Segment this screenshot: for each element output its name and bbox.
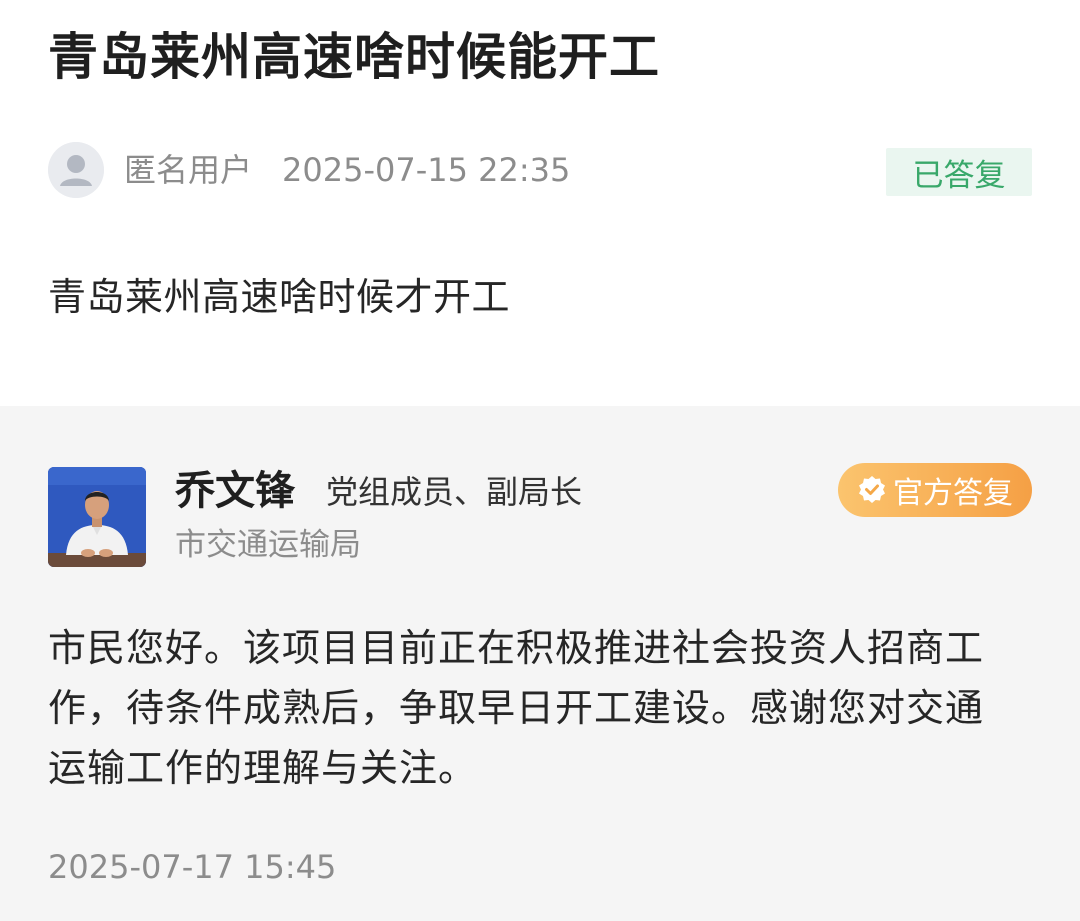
question-title: 青岛莱州高速啥时候能开工 [48, 28, 660, 86]
answer-body: 市民您好。该项目目前正在积极推进社会投资人招商工 作，待条件成熟后，争取早日开工… [48, 618, 1038, 798]
status-badge: 已答复 [886, 148, 1032, 196]
answer-line: 市民您好。该项目目前正在积极推进社会投资人招商工 [48, 626, 985, 670]
check-badge-icon [859, 476, 885, 503]
official-department: 市交通运输局 [175, 527, 361, 563]
official-title: 党组成员、副局长 [326, 473, 583, 511]
question-timestamp: 2025-07-15 22:35 [282, 151, 571, 189]
question-section: 青岛莱州高速啥时候能开工 匿名用户 2025-07-15 22:35 已答复 青… [0, 0, 1080, 406]
asker-name: 匿名用户 [124, 151, 253, 189]
answer-section: 乔文锋 党组成员、副局长 市交通运输局 官方答复 市民您好。该项目目前正在积极推… [0, 406, 1080, 921]
question-body: 青岛莱州高速啥时候才开工 [48, 275, 511, 319]
official-reply-label: 官方答复 [893, 476, 1013, 511]
answer-line: 作，待条件成熟后，争取早日开工建设。感谢您对交通 [48, 686, 985, 730]
answer-line: 运输工作的理解与关注。 [48, 746, 478, 790]
official-reply-badge: 官方答复 [838, 463, 1032, 517]
official-name: 乔文锋 [175, 468, 295, 514]
answer-timestamp: 2025-07-17 15:45 [48, 848, 337, 886]
official-portrait [48, 467, 146, 567]
qa-detail-page: 青岛莱州高速啥时候能开工 匿名用户 2025-07-15 22:35 已答复 青… [0, 0, 1080, 921]
user-avatar-icon [48, 142, 104, 198]
